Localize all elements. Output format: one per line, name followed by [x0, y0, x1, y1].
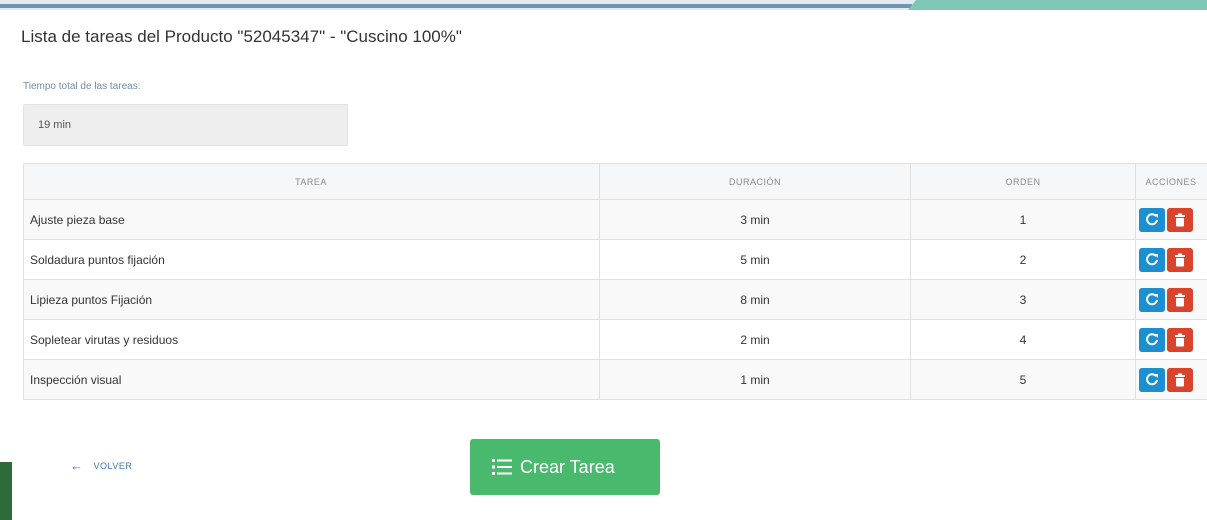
list-icon — [492, 459, 512, 475]
back-link[interactable]: ← VOLVER — [70, 458, 132, 473]
create-task-label: Crear Tarea — [520, 457, 615, 477]
column-header-task: TAREA — [23, 163, 600, 200]
duration-cell: 8 min — [599, 279, 911, 320]
table-row: Lipieza puntos Fijación 8 min 3 — [23, 279, 1207, 320]
edit-icon — [1146, 252, 1158, 265]
order-cell: 1 — [910, 199, 1136, 240]
duration-cell: 2 min — [599, 319, 911, 360]
order-cell: 2 — [910, 239, 1136, 280]
total-time-field: 19 min — [23, 104, 348, 146]
actions-cell — [1135, 319, 1207, 360]
actions-cell — [1135, 199, 1207, 240]
arrow-left-icon: ← — [70, 458, 84, 473]
task-cell: Sopletear virutas y residuos — [23, 319, 600, 360]
edit-task-button[interactable] — [1139, 207, 1165, 232]
top-bar — [0, 0, 1207, 10]
order-cell: 4 — [910, 319, 1136, 360]
table-row: Inspección visual 1 min 5 — [23, 359, 1207, 400]
table-header-row: TAREA DURACIÓN ORDEN ACCIONES — [23, 163, 1207, 200]
column-header-order: ORDEN — [910, 163, 1136, 200]
task-cell: Inspección visual — [23, 359, 600, 400]
delete-task-button[interactable] — [1167, 367, 1193, 392]
edit-task-button[interactable] — [1139, 327, 1165, 352]
actions-cell — [1135, 279, 1207, 320]
delete-task-button[interactable] — [1167, 247, 1193, 272]
edit-icon — [1146, 372, 1158, 385]
column-header-duration: DURACIÓN — [599, 163, 911, 200]
order-cell: 3 — [910, 279, 1136, 320]
total-time-label: Tiempo total de las tareas: — [23, 81, 141, 92]
top-bar-line — [0, 4, 912, 8]
table-row: Sopletear virutas y residuos 2 min 4 — [23, 319, 1207, 360]
trash-icon — [1175, 213, 1185, 226]
actions-cell — [1135, 239, 1207, 280]
trash-icon — [1175, 333, 1185, 346]
actions-cell — [1135, 359, 1207, 400]
edit-icon — [1146, 332, 1158, 345]
task-cell: Lipieza puntos Fijación — [23, 279, 600, 320]
create-task-button[interactable]: Crear Tarea — [470, 439, 660, 495]
edit-icon — [1146, 212, 1158, 225]
table-row: Soldadura puntos fijación 5 min 2 — [23, 239, 1207, 280]
page: Lista de tareas del Producto "52045347" … — [0, 0, 1207, 520]
duration-cell: 1 min — [599, 359, 911, 400]
task-cell: Ajuste pieza base — [23, 199, 600, 240]
edit-task-button[interactable] — [1139, 247, 1165, 272]
tasks-table: TAREA DURACIÓN ORDEN ACCIONES Ajuste pie… — [23, 163, 1207, 400]
edit-icon — [1146, 292, 1158, 305]
table-row: Ajuste pieza base 3 min 1 — [23, 199, 1207, 240]
delete-task-button[interactable] — [1167, 327, 1193, 352]
tasks-panel: Lista de tareas del Producto "52045347" … — [8, 12, 1207, 520]
delete-task-button[interactable] — [1167, 207, 1193, 232]
task-cell: Soldadura puntos fijación — [23, 239, 600, 280]
trash-icon — [1175, 253, 1185, 266]
back-link-label: VOLVER — [93, 461, 133, 471]
edit-task-button[interactable] — [1139, 287, 1165, 312]
order-cell: 5 — [910, 359, 1136, 400]
duration-cell: 5 min — [599, 239, 911, 280]
duration-cell: 3 min — [599, 199, 911, 240]
page-title: Lista de tareas del Producto "52045347" … — [21, 27, 462, 46]
trash-icon — [1175, 373, 1185, 386]
delete-task-button[interactable] — [1167, 287, 1193, 312]
left-edge-stripe — [0, 462, 12, 520]
edit-task-button[interactable] — [1139, 367, 1165, 392]
trash-icon — [1175, 293, 1185, 306]
top-bar-accent — [908, 0, 1207, 10]
column-header-actions: ACCIONES — [1135, 163, 1207, 200]
